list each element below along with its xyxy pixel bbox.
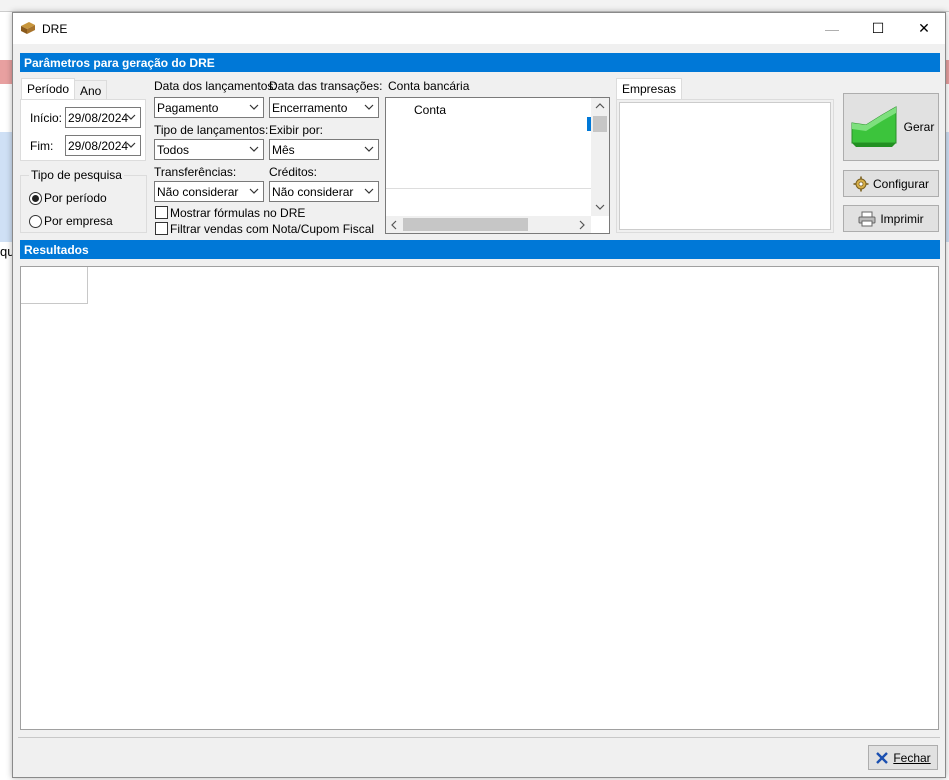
fim-label: Fim: [30,139,54,153]
inicio-date-picker[interactable]: 29/08/2024 [65,107,141,128]
filtrar-vendas-checkbox[interactable] [155,222,168,235]
configurar-button[interactable]: Configurar [843,170,939,197]
tipo-lancamentos-select[interactable]: Todos [154,139,264,160]
data-transacoes-value: Encerramento [272,101,348,115]
radio-por-empresa[interactable] [29,215,42,228]
list-row-divider [386,188,591,189]
inicio-label: Início: [30,111,63,125]
exibir-por-label: Exibir por: [269,123,324,137]
tipo-pesquisa-group: Tipo de pesquisa Por período Por empresa [20,168,147,233]
transferencias-label: Transferências: [154,165,237,179]
tab-ano[interactable]: Ano [74,80,108,100]
fechar-label: Fechar [893,750,931,765]
background-row-highlight [0,60,12,84]
chevron-down-icon [249,188,259,194]
period-tab-panel: Início: 29/08/2024 Fim: 29/08/2024 [20,99,146,161]
gerar-label: Gerar [903,120,935,134]
maximize-button[interactable]: ☐ [855,13,901,44]
mostrar-formulas-checkbox[interactable] [155,206,168,219]
data-transacoes-label: Data das transações: [269,79,383,93]
close-x-icon [876,751,889,764]
grid-corner-cell [21,267,88,304]
imprimir-button[interactable]: Imprimir [843,205,939,232]
selection-marker [587,117,591,131]
transferencias-select[interactable]: Não considerar [154,181,264,202]
radio-por-periodo-label[interactable]: Por período [44,191,107,205]
conta-bancaria-label: Conta bancária [388,79,470,93]
footer-separator [18,737,940,738]
mostrar-formulas-label[interactable]: Mostrar fórmulas no DRE [170,206,305,220]
chevron-down-icon [249,146,259,152]
gear-icon [853,176,869,191]
creditos-value: Não considerar [272,185,354,199]
data-lancamentos-value: Pagamento [157,101,219,115]
data-lancamentos-select[interactable]: Pagamento [154,97,264,118]
conta-horizontal-scrollbar[interactable] [386,216,591,233]
conta-bancaria-list[interactable]: Conta [385,97,610,234]
inicio-date-value: 29/08/2024 [68,111,129,125]
dre-window: DRE — ☐ ✕ Parâmetros para geração do DRE… [12,12,946,778]
configurar-label: Configurar [872,176,930,191]
gerar-button[interactable]: Gerar [843,93,939,161]
background-row-selection [0,132,12,242]
fim-date-picker[interactable]: 29/08/2024 [65,135,141,156]
chevron-down-icon [126,142,136,148]
close-button[interactable]: ✕ [901,13,947,44]
chevron-down-icon [364,188,374,194]
results-grid[interactable] [20,266,939,730]
tipo-lancamentos-value: Todos [157,143,190,157]
conta-vertical-scrollbar[interactable] [591,98,609,216]
tipo-pesquisa-title: Tipo de pesquisa [29,168,124,182]
filtrar-vendas-label[interactable]: Filtrar vendas com Nota/Cupom Fiscal [170,222,374,236]
transferencias-value: Não considerar [157,185,239,199]
data-transacoes-select[interactable]: Encerramento [269,97,379,118]
scroll-thumb[interactable] [403,218,528,231]
tab-empresas[interactable]: Empresas [616,78,683,100]
params-header: Parâmetros para geração do DRE [20,53,940,72]
background-app-strip [0,0,949,12]
box-icon [21,22,35,34]
scroll-right-icon[interactable] [577,220,587,230]
imprimir-label: Imprimir [880,211,924,226]
exibir-por-select[interactable]: Mês [269,139,379,160]
fim-date-value: 29/08/2024 [68,139,129,153]
chevron-down-icon [126,114,136,120]
chevron-down-icon [364,146,374,152]
minimize-button[interactable]: — [809,13,855,44]
results-header: Resultados [20,240,940,259]
scroll-thumb[interactable] [593,116,607,132]
creditos-label: Créditos: [269,165,318,179]
exibir-por-value: Mês [272,143,295,157]
background-app-left: qu [0,12,14,780]
scroll-up-icon[interactable] [595,101,605,111]
radio-por-empresa-label[interactable]: Por empresa [44,214,113,228]
window-title: DRE [42,22,68,36]
title-bar[interactable]: DRE — ☐ ✕ [13,13,945,44]
chart-growth-icon [851,106,897,147]
radio-por-periodo[interactable] [29,192,42,205]
scroll-left-icon[interactable] [389,220,399,230]
empresas-list[interactable] [619,102,831,230]
creditos-select[interactable]: Não considerar [269,181,379,202]
data-lancamentos-label: Data dos lançamentos: [154,79,277,93]
chevron-down-icon [249,104,259,110]
printer-icon [858,211,876,226]
chevron-down-icon [364,104,374,110]
tab-periodo[interactable]: Período [21,78,76,100]
fechar-button[interactable]: Fechar [868,745,938,770]
empresas-tab-panel [616,99,834,233]
conta-column-header: Conta [414,103,447,117]
scroll-down-icon[interactable] [595,202,605,212]
tipo-lancamentos-label: Tipo de lançamentos: [154,123,269,137]
